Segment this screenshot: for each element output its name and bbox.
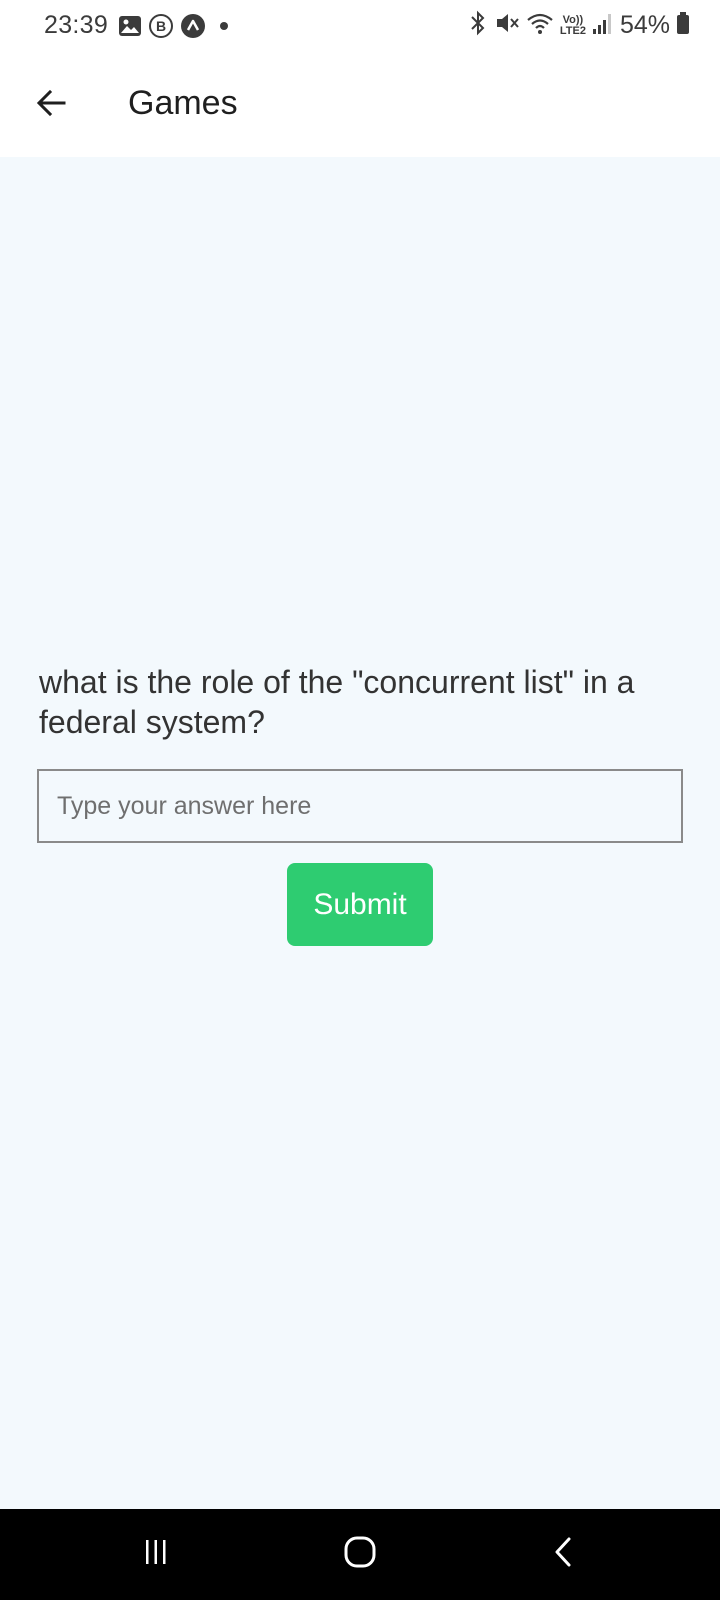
signal-icon bbox=[592, 11, 614, 40]
recent-apps-button[interactable] bbox=[126, 1529, 186, 1579]
screen: 23:39 B Vo)) LTE2 54% Games what is the … bbox=[0, 0, 720, 1600]
status-bar: 23:39 B Vo)) LTE2 54% bbox=[0, 0, 720, 54]
game-content: what is the role of the "concurrent list… bbox=[0, 157, 720, 1509]
submit-button[interactable]: Submit bbox=[287, 863, 433, 946]
back-nav-icon bbox=[549, 1534, 579, 1575]
question-text: what is the role of the "concurrent list… bbox=[39, 664, 635, 740]
system-status-icons: Vo)) LTE2 54% bbox=[468, 10, 690, 41]
status-time: 23:39 bbox=[44, 11, 109, 39]
caret-up-badge-icon bbox=[180, 13, 206, 44]
home-button[interactable] bbox=[330, 1529, 390, 1579]
arrow-left-icon bbox=[34, 86, 68, 125]
home-icon bbox=[342, 1534, 378, 1575]
recent-apps-icon bbox=[141, 1535, 171, 1574]
back-button[interactable] bbox=[26, 80, 76, 130]
answer-input[interactable] bbox=[37, 769, 683, 843]
page-title: Games bbox=[128, 84, 238, 122]
mute-icon bbox=[494, 10, 520, 41]
back-nav-button[interactable] bbox=[534, 1529, 594, 1579]
svg-text:B: B bbox=[156, 18, 166, 34]
dot-icon bbox=[212, 16, 232, 41]
navigation-bar bbox=[0, 1509, 720, 1600]
volte-label: Vo)) bbox=[562, 13, 584, 26]
notification-icons: B bbox=[118, 13, 232, 44]
lte-label: LTE2 bbox=[559, 24, 586, 37]
battery-icon bbox=[676, 11, 690, 40]
bluetooth-icon bbox=[468, 10, 488, 41]
b-badge-icon: B bbox=[148, 13, 174, 44]
app-bar: Games bbox=[0, 54, 720, 157]
volte-icon: Vo)) LTE2 bbox=[559, 13, 586, 37]
gallery-icon bbox=[118, 14, 142, 43]
battery-percent: 54% bbox=[619, 11, 670, 39]
wifi-icon bbox=[526, 11, 554, 40]
